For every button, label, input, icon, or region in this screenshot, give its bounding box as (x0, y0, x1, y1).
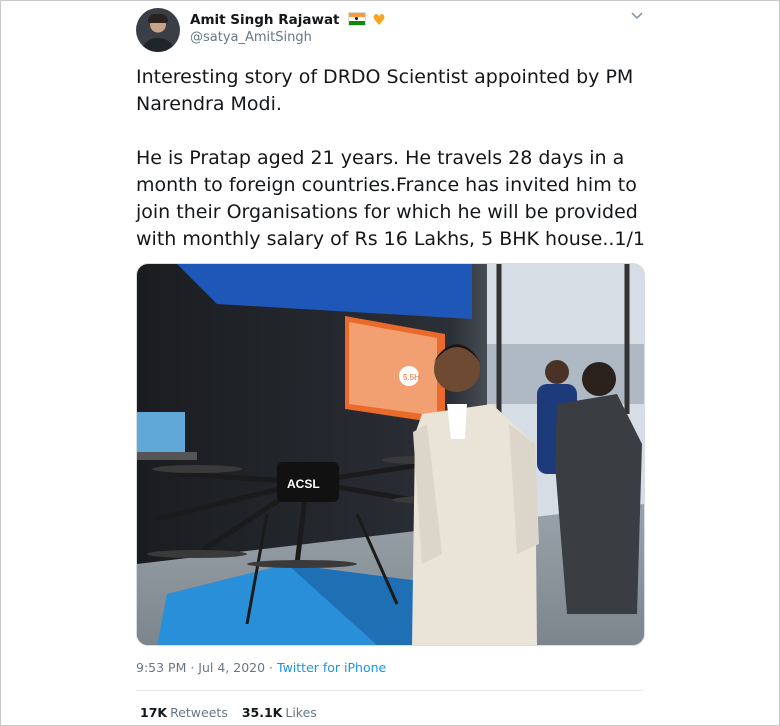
likes-stat[interactable]: 35.1K Likes (242, 705, 317, 720)
likes-count: 35.1K (241, 705, 283, 720)
tweet-source-link[interactable]: Twitter for iPhone (277, 660, 386, 675)
retweets-stat[interactable]: 17K Retweets (140, 705, 228, 720)
retweets-count: 17K (140, 705, 168, 720)
chevron-down-icon[interactable] (630, 10, 644, 24)
meta-separator: · (186, 660, 199, 675)
divider (136, 690, 643, 691)
india-flag-icon (348, 12, 367, 26)
orange-heart-icon: ♥ (372, 11, 386, 29)
display-name[interactable]: Amit Singh Rajawat (190, 12, 340, 28)
avatar[interactable] (136, 8, 180, 52)
tweet-date[interactable]: Jul 4, 2020 (198, 660, 265, 675)
user-handle[interactable]: @satya_AmitSingh (190, 30, 312, 45)
tweet-meta: 9:53 PM · Jul 4, 2020 · Twitter for iPho… (136, 660, 386, 675)
likes-label: Likes (285, 705, 317, 720)
tweet-text: Interesting story of DRDO Scientist appo… (136, 66, 646, 250)
author-name-row[interactable]: Amit Singh Rajawat ♥ (190, 11, 387, 29)
meta-separator: · (265, 660, 277, 675)
tweet-time[interactable]: 9:53 PM (136, 660, 186, 675)
retweets-label: Retweets (170, 705, 228, 720)
tweet-photo[interactable]: 5.5H ACSL (136, 263, 645, 646)
drone-brand-text: ACSL (287, 477, 320, 491)
tweet-stats: 17K Retweets 35.1K Likes (140, 705, 317, 720)
screen-badge: 5.5H (403, 373, 420, 382)
